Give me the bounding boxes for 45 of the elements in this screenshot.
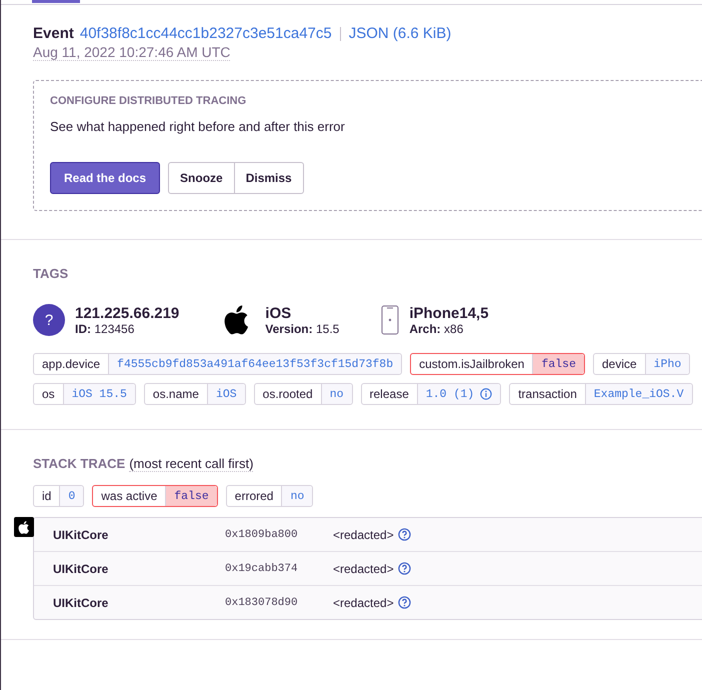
frame-module: UIKitCore xyxy=(53,596,110,610)
section-title: STACK TRACE xyxy=(33,456,126,471)
question-mark-avatar: ? xyxy=(33,304,65,336)
tag-pill[interactable]: device iPho xyxy=(592,353,690,375)
frame-address: 0x183078d90 xyxy=(225,596,299,608)
frame-module: UIKitCore xyxy=(53,528,110,542)
frame-function: <redacted> xyxy=(333,596,394,610)
frame-function: <redacted> xyxy=(333,562,394,576)
tag-pill[interactable]: app.device f4555cb9fd853a491af64ee13f53f3cf15d73f8b xyxy=(33,353,402,375)
summary-detail: Version: 15.5 xyxy=(265,322,340,336)
json-link[interactable]: JSON (6.6 KiB) xyxy=(348,25,452,42)
tag-pill[interactable]: was active false xyxy=(92,485,218,507)
prompt-title: CONFIGURE DISTRIBUTED TRACING xyxy=(50,95,248,107)
event-timestamp: Aug 11, 2022 10:27:46 AM UTC xyxy=(33,44,230,61)
tag-pill[interactable]: errored no xyxy=(226,485,314,507)
prompt-button[interactable]: Dismiss xyxy=(234,162,304,194)
section-subtitle: (most recent call first) xyxy=(129,456,254,472)
help-icon[interactable] xyxy=(398,596,411,609)
tag-pill[interactable]: os.rooted no xyxy=(254,383,353,405)
tag-pill[interactable]: custom.isJailbroken false xyxy=(410,353,585,375)
help-icon[interactable] xyxy=(398,528,411,541)
tag-pill[interactable]: os.name iOS xyxy=(144,383,246,405)
prompt-text: See what happened right before and after this error xyxy=(50,119,346,134)
info-icon[interactable] xyxy=(480,388,492,400)
summary-title: iPhone14,5 xyxy=(409,304,489,322)
tag-pill[interactable]: id 0 xyxy=(33,485,84,507)
tag-pill[interactable]: os iOS 15.5 xyxy=(33,383,136,405)
summary-detail: ID: 123456 xyxy=(75,322,136,336)
event-label: Event xyxy=(33,25,74,42)
tag-pill[interactable]: transaction Example_iOS.V xyxy=(509,383,693,405)
frame-address: 0x19cabb374 xyxy=(225,562,299,574)
frame-function: <redacted> xyxy=(333,528,394,542)
read-docs-button[interactable]: Read the docs xyxy=(50,162,160,194)
active-tab-indicator xyxy=(32,0,80,3)
event-id-link[interactable]: 40f38f8c1cc44cc1b2327c3e51ca47c5 xyxy=(80,25,332,42)
summary-detail: Arch: x86 xyxy=(409,322,464,336)
prompt-button[interactable]: Snooze xyxy=(168,162,235,194)
section-title: TAGS xyxy=(33,266,70,281)
tag-pill[interactable]: release 1.0 (1) xyxy=(360,383,502,405)
frame-address: 0x1809ba800 xyxy=(225,528,299,540)
summary-title: iOS xyxy=(265,304,292,322)
frame-module: UIKitCore xyxy=(53,562,110,576)
phone-icon xyxy=(381,305,400,335)
help-icon[interactable] xyxy=(398,562,411,575)
summary-title: 121.225.66.219 xyxy=(75,304,180,322)
